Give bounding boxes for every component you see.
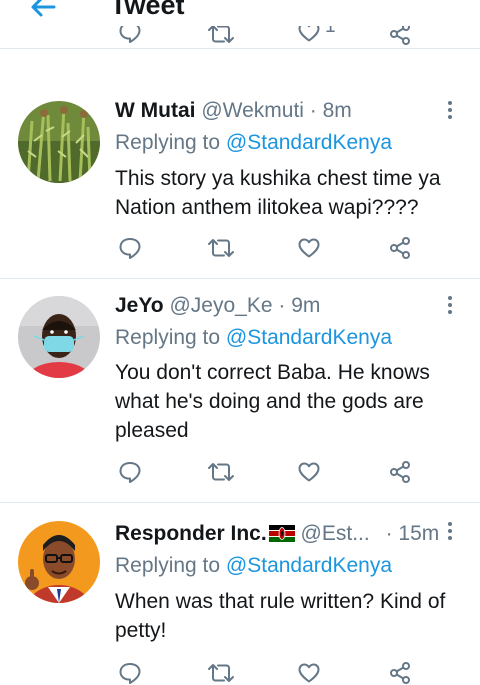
like-icon[interactable] <box>297 236 321 260</box>
reply-icon[interactable] <box>118 661 142 685</box>
replying-to: Replying to @StandardKenya <box>115 131 392 155</box>
avatar[interactable] <box>18 296 100 378</box>
tweet-item[interactable]: W Mutai @Wekmuti · 8m Replying to @Stand… <box>0 84 480 279</box>
timestamp: · 9m <box>278 294 321 317</box>
replying-to-label: Replying to <box>115 131 226 154</box>
retweet-icon[interactable] <box>207 460 235 484</box>
more-options-icon[interactable] <box>446 521 454 541</box>
tweet-item[interactable]: JeYo @Jeyo_Ke · 9m Replying to @Standard… <box>0 279 480 503</box>
more-options-icon[interactable] <box>446 295 454 315</box>
retweet-icon[interactable] <box>207 661 235 685</box>
reply-icon[interactable] <box>118 460 142 484</box>
kenya-flag-icon <box>268 525 295 542</box>
page-title: Tweet <box>110 0 185 20</box>
replying-to: Replying to @StandardKenya <box>115 554 392 578</box>
share-icon[interactable] <box>388 460 412 484</box>
like-count: 1 <box>325 26 336 37</box>
share-icon[interactable] <box>388 236 412 260</box>
previous-tweet-actions: 1 <box>0 26 480 49</box>
timestamp: · 15m <box>385 522 440 545</box>
mention-link[interactable]: @StandardKenya <box>226 554 392 577</box>
share-icon[interactable] <box>388 26 412 46</box>
timestamp: · 8m <box>309 99 352 122</box>
like-icon[interactable] <box>297 661 321 685</box>
user-handle[interactable]: @Jeyo_Ke <box>169 294 272 317</box>
replying-to-label: Replying to <box>115 326 226 349</box>
tweet-text: This story ya kushika chest time ya Nati… <box>115 167 441 219</box>
replying-to-label: Replying to <box>115 554 226 577</box>
reply-icon[interactable] <box>118 236 142 260</box>
reply-icon[interactable] <box>118 26 142 44</box>
share-icon[interactable] <box>388 661 412 685</box>
tweet-item[interactable]: Responder Inc. @Est... · 15m Replying to… <box>0 503 480 684</box>
like-icon[interactable] <box>297 26 321 44</box>
avatar[interactable] <box>18 101 100 183</box>
retweet-icon[interactable] <box>207 236 235 260</box>
display-name[interactable]: Responder Inc. <box>115 522 267 545</box>
display-name[interactable]: JeYo <box>115 294 164 317</box>
tweet-text: When was that rule written? Kind of pett… <box>115 590 446 642</box>
like-icon[interactable] <box>297 460 321 484</box>
mention-link[interactable]: @StandardKenya <box>226 326 392 349</box>
avatar[interactable] <box>18 521 100 603</box>
retweet-icon[interactable] <box>207 26 235 46</box>
user-handle[interactable]: @Est... <box>301 522 370 545</box>
more-options-icon[interactable] <box>446 100 454 120</box>
tweet-text: You don't correct Baba. He knows what he… <box>115 361 430 442</box>
arrow-left-icon[interactable] <box>28 0 58 22</box>
user-handle[interactable]: @Wekmuti <box>201 99 304 122</box>
mention-link[interactable]: @StandardKenya <box>226 131 392 154</box>
top-bar: Tweet <box>0 0 480 26</box>
display-name[interactable]: W Mutai <box>115 99 195 122</box>
replying-to: Replying to @StandardKenya <box>115 326 392 350</box>
tweet-header: JeYo @Jeyo_Ke · 9m <box>115 294 320 318</box>
tweet-header: Responder Inc. @Est... · 15m <box>115 522 439 546</box>
tweet-header: W Mutai @Wekmuti · 8m <box>115 99 352 123</box>
